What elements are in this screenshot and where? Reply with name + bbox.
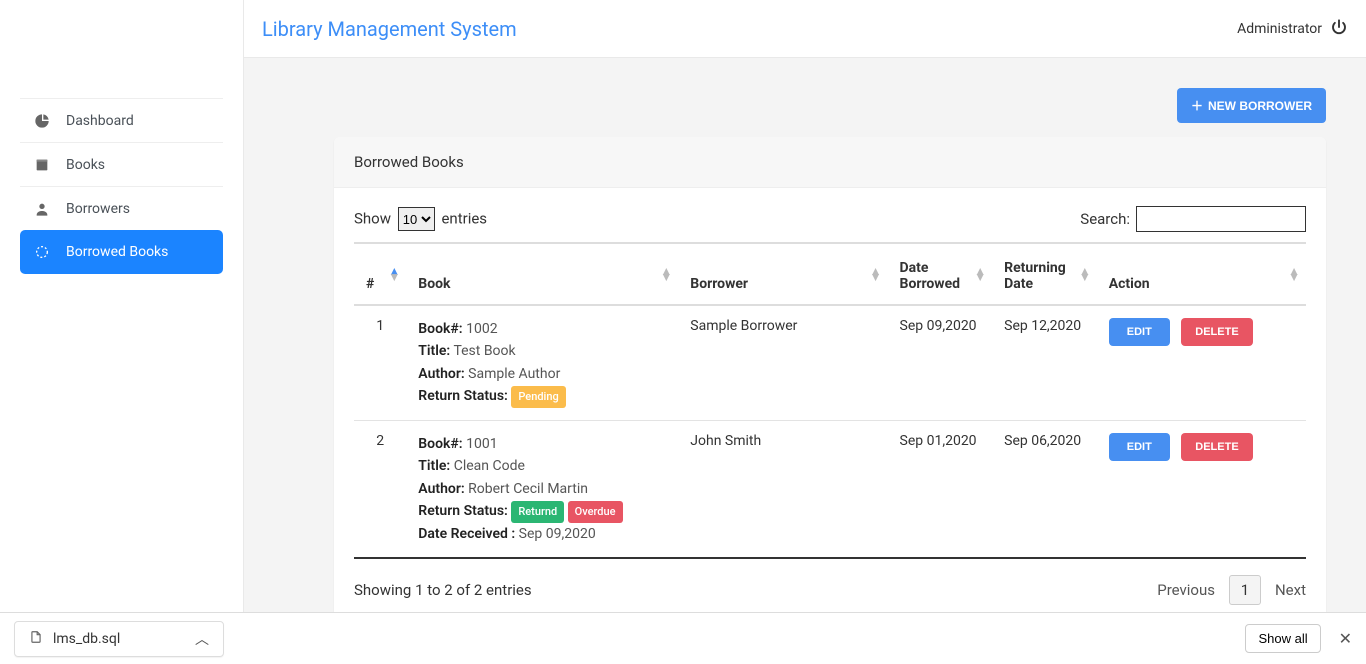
paginate-next[interactable]: Next [1275, 581, 1306, 599]
cell-book: Book#: 1002 Title: Test Book Author: Sam… [406, 305, 678, 420]
paginate-previous[interactable]: Previous [1157, 581, 1215, 599]
top-bar: Library Management System Administrator [244, 0, 1366, 58]
pagination: Previous 1 Next [1157, 575, 1306, 605]
book-icon [34, 157, 50, 173]
edit-button[interactable]: EDIT [1109, 318, 1170, 346]
app-title: Library Management System [262, 17, 517, 41]
length-select[interactable]: 10 [398, 207, 435, 231]
sidebar-item-label: Books [66, 157, 105, 173]
new-borrower-label: NEW BORROWER [1208, 99, 1312, 113]
table-row: 1 Book#: 1002 Title: Test Book Author: S… [354, 305, 1306, 420]
search-label: Search: [1080, 210, 1130, 228]
col-book[interactable]: Book ▲▼ [406, 243, 678, 305]
content-area: ＋ NEW BORROWER Borrowed Books Show 10 en… [244, 58, 1366, 612]
table-row: 2 Book#: 1001 Title: Clean Code Author: … [354, 420, 1306, 558]
show-all-button[interactable]: Show all [1245, 624, 1320, 653]
file-icon [29, 629, 43, 649]
sidebar-item-borrowed-books[interactable]: Borrowed Books [20, 230, 223, 274]
cell-number: 2 [354, 420, 406, 558]
col-borrower[interactable]: Borrower ▲▼ [678, 243, 887, 305]
cell-action: EDIT DELETE [1097, 305, 1306, 420]
col-date-borrowed[interactable]: Date Borrowed ▲▼ [888, 243, 993, 305]
status-badge-returned: Returnd [511, 501, 564, 523]
sidebar: Dashboard Books Borrowers Borrowed Books [0, 0, 244, 612]
sidebar-item-books[interactable]: Books [20, 142, 223, 186]
cell-action: EDIT DELETE [1097, 420, 1306, 558]
status-badge-overdue: Overdue [568, 501, 623, 523]
sidebar-item-label: Borrowers [66, 201, 130, 217]
length-control: Show 10 entries [354, 207, 487, 231]
sidebar-item-borrowers[interactable]: Borrowers [20, 186, 223, 230]
cell-returning-date: Sep 12,2020 [992, 305, 1097, 420]
delete-button[interactable]: DELETE [1181, 433, 1252, 461]
close-icon[interactable]: ✕ [1339, 629, 1352, 648]
search-input[interactable] [1136, 206, 1306, 232]
edit-button[interactable]: EDIT [1109, 433, 1170, 461]
cell-borrower: John Smith [678, 420, 887, 558]
user-label[interactable]: Administrator [1237, 21, 1322, 37]
status-badge-pending: Pending [511, 386, 565, 408]
cell-date-borrowed: Sep 01,2020 [888, 420, 993, 558]
download-filename: lms_db.sql [53, 631, 120, 647]
borrowed-books-card: Borrowed Books Show 10 entries Search: [334, 137, 1326, 612]
spinner-icon [34, 244, 50, 260]
sidebar-item-label: Borrowed Books [66, 244, 168, 260]
download-bar: lms_db.sql ︿ Show all ✕ [0, 612, 1366, 664]
cell-number: 1 [354, 305, 406, 420]
cell-book: Book#: 1001 Title: Clean Code Author: Ro… [406, 420, 678, 558]
new-borrower-button[interactable]: ＋ NEW BORROWER [1177, 88, 1326, 123]
cell-borrower: Sample Borrower [678, 305, 887, 420]
sidebar-item-dashboard[interactable]: Dashboard [20, 98, 223, 142]
col-action[interactable]: Action ▲▼ [1097, 243, 1306, 305]
power-icon[interactable] [1330, 18, 1348, 40]
chevron-up-icon[interactable]: ︿ [195, 629, 209, 649]
borrowed-books-table: # ▲▼ Book ▲▼ Borrower ▲▼ [354, 242, 1306, 559]
paginate-page-1[interactable]: 1 [1229, 575, 1261, 605]
cell-date-borrowed: Sep 09,2020 [888, 305, 993, 420]
table-info: Showing 1 to 2 of 2 entries [354, 581, 532, 599]
pie-chart-icon [34, 113, 50, 129]
cell-returning-date: Sep 06,2020 [992, 420, 1097, 558]
col-returning-date[interactable]: Returning Date ▲▼ [992, 243, 1097, 305]
card-title: Borrowed Books [334, 137, 1326, 188]
col-number[interactable]: # ▲▼ [354, 243, 406, 305]
user-icon [34, 201, 50, 217]
show-label: Show [354, 210, 391, 228]
entries-label: entries [441, 210, 487, 228]
delete-button[interactable]: DELETE [1181, 318, 1252, 346]
download-item[interactable]: lms_db.sql ︿ [14, 621, 224, 657]
sidebar-item-label: Dashboard [66, 113, 134, 129]
plus-icon: ＋ [1191, 97, 1203, 114]
